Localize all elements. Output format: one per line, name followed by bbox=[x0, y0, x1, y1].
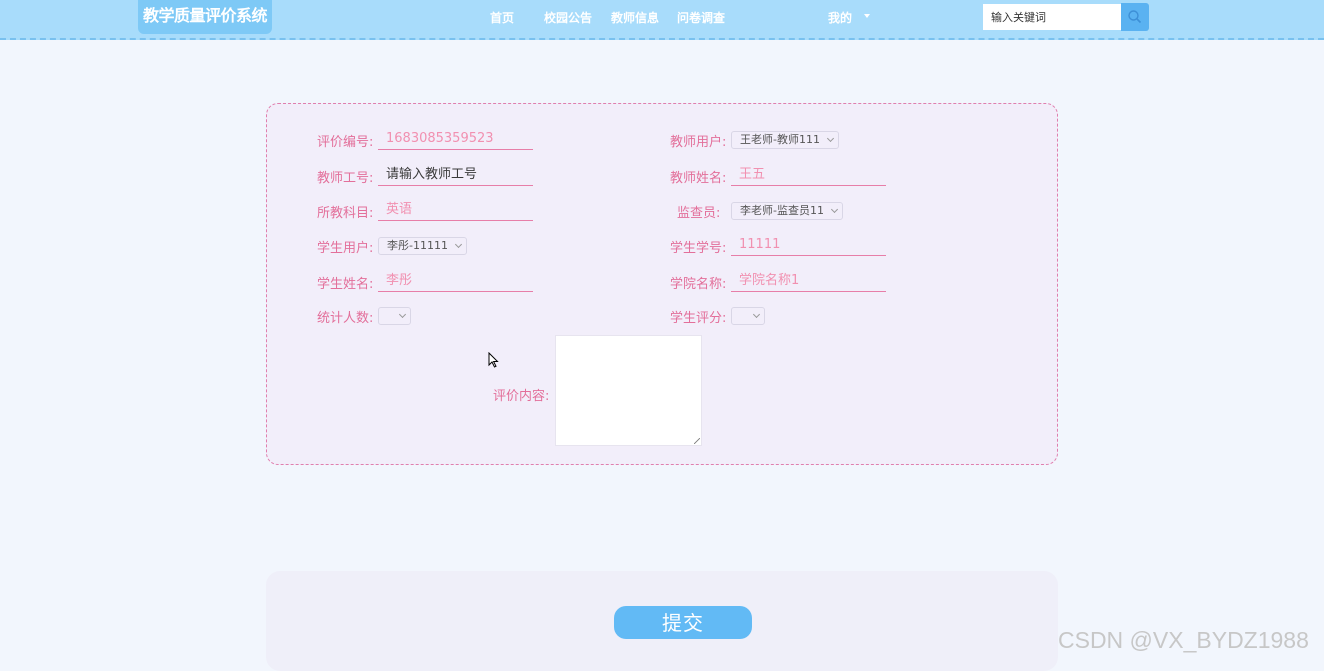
chevron-down-icon bbox=[830, 205, 839, 214]
college-field[interactable]: 学院名称1 bbox=[731, 270, 886, 292]
resize-handle[interactable] bbox=[694, 438, 700, 444]
score-select[interactable] bbox=[731, 307, 765, 325]
nav-survey[interactable]: 问卷调查 bbox=[677, 0, 725, 36]
student-user-select[interactable]: 李彤-11111 bbox=[378, 237, 467, 255]
supervisor-label: 监查员: bbox=[677, 206, 721, 221]
teacher-user-label: 教师用户: bbox=[670, 135, 727, 150]
eval-no-field[interactable]: 1683085359523 bbox=[378, 128, 533, 150]
teacher-name-label: 教师姓名: bbox=[670, 171, 727, 186]
content-label: 评价内容: bbox=[493, 389, 550, 404]
teacher-user-select[interactable]: 王老师-教师111 bbox=[731, 131, 839, 149]
teacher-no-label: 教师工号: bbox=[317, 171, 374, 186]
chevron-down-icon bbox=[454, 240, 463, 249]
teacher-user-value: 王老师-教师111 bbox=[740, 133, 820, 146]
subject-field[interactable]: 英语 bbox=[378, 199, 533, 221]
caret-down-icon[interactable] bbox=[864, 14, 870, 18]
search-input[interactable] bbox=[983, 4, 1121, 30]
student-name-field[interactable]: 李彤 bbox=[378, 270, 533, 292]
student-no-label: 学生学号: bbox=[670, 241, 727, 256]
chevron-down-icon bbox=[398, 310, 407, 319]
chevron-down-icon bbox=[826, 134, 835, 143]
watermark: CSDN @VX_BYDZ1988 bbox=[1058, 627, 1309, 653]
submit-button[interactable]: 提交 bbox=[614, 606, 752, 639]
site-title[interactable]: 教学质量评价系统 bbox=[138, 0, 272, 34]
search-button[interactable] bbox=[1121, 3, 1149, 31]
count-label: 统计人数: bbox=[317, 311, 374, 326]
student-no-field[interactable]: 11111 bbox=[731, 234, 886, 256]
teacher-name-field[interactable]: 王五 bbox=[731, 164, 886, 186]
nav-teacher-info[interactable]: 教师信息 bbox=[611, 0, 659, 36]
eval-no-label: 评价编号: bbox=[317, 135, 374, 150]
student-user-label: 学生用户: bbox=[317, 241, 374, 256]
nav-announcements[interactable]: 校园公告 bbox=[544, 0, 592, 36]
subject-label: 所教科目: bbox=[317, 206, 374, 221]
supervisor-value: 李老师-监查员11 bbox=[740, 204, 824, 217]
teacher-no-field[interactable]: 请输入教师工号 bbox=[378, 164, 533, 186]
nav-my-menu[interactable]: 我的 bbox=[828, 0, 852, 36]
nav-home[interactable]: 首页 bbox=[490, 0, 514, 36]
count-select[interactable] bbox=[378, 307, 411, 325]
content-textarea[interactable] bbox=[555, 335, 702, 446]
student-name-label: 学生姓名: bbox=[317, 277, 374, 292]
score-label: 学生评分: bbox=[670, 311, 727, 326]
supervisor-select[interactable]: 李老师-监查员11 bbox=[731, 202, 843, 220]
chevron-down-icon bbox=[752, 310, 761, 319]
cursor-icon bbox=[488, 352, 499, 368]
college-label: 学院名称: bbox=[670, 277, 727, 292]
student-user-value: 李彤-11111 bbox=[387, 239, 448, 252]
search-icon bbox=[1128, 10, 1142, 24]
